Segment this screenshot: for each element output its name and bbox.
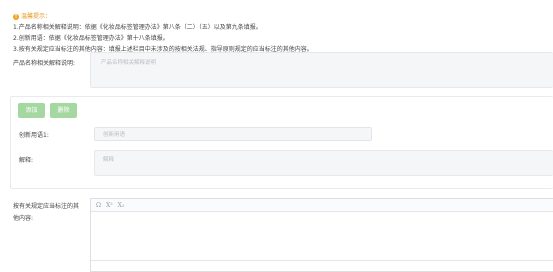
product-explanation-label: 产品名称相关解释说明: (13, 60, 76, 67)
tips-line-2: 2.创新用语：依据《化妆品标签管理办法》第十八条填报。 (13, 35, 169, 42)
editor-status-bar (91, 260, 553, 272)
editor-content-area[interactable] (91, 212, 553, 260)
innovation-term-label: 创新用语1: (19, 132, 49, 139)
subscript-icon[interactable]: X₂ (118, 202, 125, 209)
innovation-explain-textarea[interactable]: 解释 (94, 150, 553, 176)
special-char-icon[interactable]: Ω (96, 202, 101, 209)
delete-button[interactable]: 删除 (50, 103, 77, 118)
product-explanation-textarea[interactable]: 产品名称相关解释说明 (90, 52, 553, 88)
tips-line-1: 1.产品名称相关解释说明：依据《化妆品标签管理办法》第八条（二）（五）以及第九条… (13, 24, 262, 31)
tips-title: 温馨提示： (21, 13, 52, 20)
rich-text-editor[interactable]: Ω X² X₂ (90, 198, 553, 272)
other-content-label: 按有关规定应当标注的其 他内容: (13, 203, 80, 222)
editor-toolbar: Ω X² X₂ (91, 199, 553, 212)
superscript-icon[interactable]: X² (106, 202, 113, 209)
warning-icon: ! (13, 13, 19, 20)
tips-panel: ! 温馨提示： 1.产品名称相关解释说明：依据《化妆品标签管理办法》第八条（二）… (13, 11, 313, 55)
innovation-term-input[interactable]: 创新用语 (94, 127, 372, 141)
innovation-explain-label: 解释: (19, 157, 34, 164)
add-button[interactable]: 添加 (18, 103, 45, 118)
